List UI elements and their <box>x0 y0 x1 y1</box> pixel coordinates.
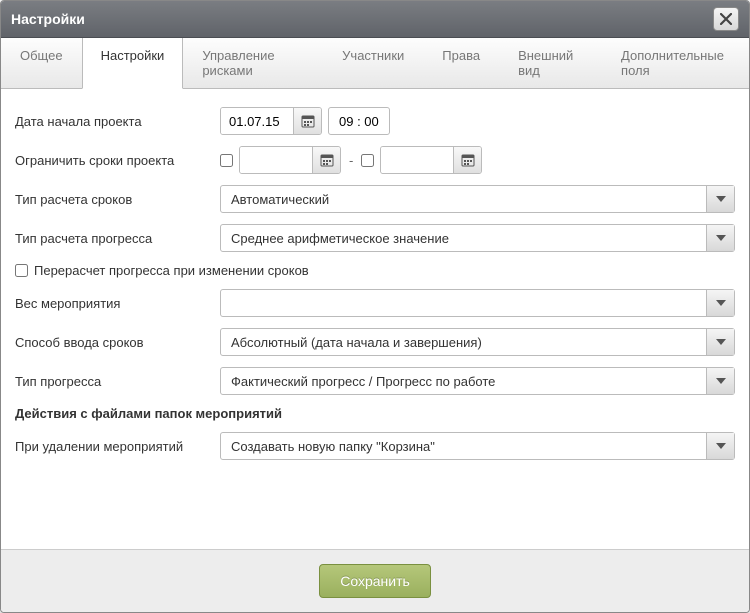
label-limit-dates: Ограничить сроки проекта <box>15 153 220 168</box>
controls-start-date: 09 : 00 <box>220 107 735 135</box>
section-header-files: Действия с файлами папок мероприятий <box>15 406 735 421</box>
row-weight: Вес мероприятия <box>15 289 735 317</box>
label-start-date: Дата начала проекта <box>15 114 220 129</box>
limit-from-checkbox[interactable] <box>220 154 233 167</box>
chevron-down-icon <box>706 329 734 355</box>
label-progress-type: Тип прогресса <box>15 374 220 389</box>
calc-type-select[interactable]: Автоматический <box>220 185 735 213</box>
close-icon <box>720 13 732 25</box>
progress-type-value: Фактический прогресс / Прогресс по работ… <box>221 368 706 394</box>
dialog-footer: Сохранить <box>1 549 749 612</box>
start-time-field[interactable]: 09 : 00 <box>328 107 390 135</box>
title-bar: Настройки <box>1 1 749 38</box>
limit-from-field[interactable] <box>239 146 341 174</box>
row-input-method: Способ ввода сроков Абсолютный (дата нач… <box>15 328 735 356</box>
chevron-down-icon <box>706 433 734 459</box>
on-delete-value: Создавать новую папку "Корзина" <box>221 433 706 459</box>
row-progress-type: Тип прогресса Фактический прогресс / Про… <box>15 367 735 395</box>
start-date-input[interactable] <box>221 108 293 134</box>
tab-extra-fields[interactable]: Дополнительные поля <box>602 38 749 88</box>
start-time-value: 09 : 00 <box>339 114 379 129</box>
close-button[interactable] <box>713 7 739 31</box>
dialog-title: Настройки <box>11 11 85 27</box>
form-content: Дата начала проекта 09 : 00 Ограничить с… <box>1 89 749 549</box>
row-progress-calc: Тип расчета прогресса Среднее арифметиче… <box>15 224 735 252</box>
tab-rights[interactable]: Права <box>423 38 499 88</box>
weight-value <box>221 290 706 316</box>
tab-general[interactable]: Общее <box>1 38 82 88</box>
label-input-method: Способ ввода сроков <box>15 335 220 350</box>
progress-calc-select[interactable]: Среднее арифметическое значение <box>220 224 735 252</box>
limit-to-input[interactable] <box>381 147 453 173</box>
limit-from-calendar-button[interactable] <box>312 147 340 173</box>
limit-from-input[interactable] <box>240 147 312 173</box>
limit-to-calendar-button[interactable] <box>453 147 481 173</box>
input-method-value: Абсолютный (дата начала и завершения) <box>221 329 706 355</box>
input-method-select[interactable]: Абсолютный (дата начала и завершения) <box>220 328 735 356</box>
chevron-down-icon <box>706 290 734 316</box>
calendar-icon <box>461 153 475 167</box>
save-button[interactable]: Сохранить <box>319 564 431 598</box>
row-recalc-checkbox: Перерасчет прогресса при изменении сроко… <box>15 263 735 278</box>
calendar-icon <box>301 114 315 128</box>
calendar-icon <box>320 153 334 167</box>
row-on-delete: При удалении мероприятий Создавать новую… <box>15 432 735 460</box>
row-calc-type: Тип расчета сроков Автоматический <box>15 185 735 213</box>
tab-settings[interactable]: Настройки <box>82 38 184 89</box>
calc-type-value: Автоматический <box>221 186 706 212</box>
chevron-down-icon <box>706 186 734 212</box>
recalc-checkbox-label: Перерасчет прогресса при изменении сроко… <box>34 263 309 278</box>
tabs-bar: Общее Настройки Управление рисками Участ… <box>1 38 749 89</box>
controls-limit-dates: - <box>220 146 735 174</box>
settings-dialog: Настройки Общее Настройки Управление рис… <box>0 0 750 613</box>
label-weight: Вес мероприятия <box>15 296 220 311</box>
chevron-down-icon <box>706 368 734 394</box>
progress-calc-value: Среднее арифметическое значение <box>221 225 706 251</box>
label-on-delete: При удалении мероприятий <box>15 439 220 454</box>
label-calc-type: Тип расчета сроков <box>15 192 220 207</box>
start-date-field[interactable] <box>220 107 322 135</box>
tab-participants[interactable]: Участники <box>323 38 423 88</box>
chevron-down-icon <box>706 225 734 251</box>
weight-select[interactable] <box>220 289 735 317</box>
limit-to-field[interactable] <box>380 146 482 174</box>
on-delete-select[interactable]: Создавать новую папку "Корзина" <box>220 432 735 460</box>
start-date-calendar-button[interactable] <box>293 108 321 134</box>
label-progress-calc: Тип расчета прогресса <box>15 231 220 246</box>
row-limit-dates: Ограничить сроки проекта - <box>15 146 735 174</box>
tab-appearance[interactable]: Внешний вид <box>499 38 602 88</box>
limit-to-checkbox[interactable] <box>361 154 374 167</box>
range-separator: - <box>349 153 353 168</box>
tab-risk-management[interactable]: Управление рисками <box>183 38 323 88</box>
recalc-checkbox[interactable] <box>15 264 28 277</box>
row-start-date: Дата начала проекта 09 : 00 <box>15 107 735 135</box>
progress-type-select[interactable]: Фактический прогресс / Прогресс по работ… <box>220 367 735 395</box>
